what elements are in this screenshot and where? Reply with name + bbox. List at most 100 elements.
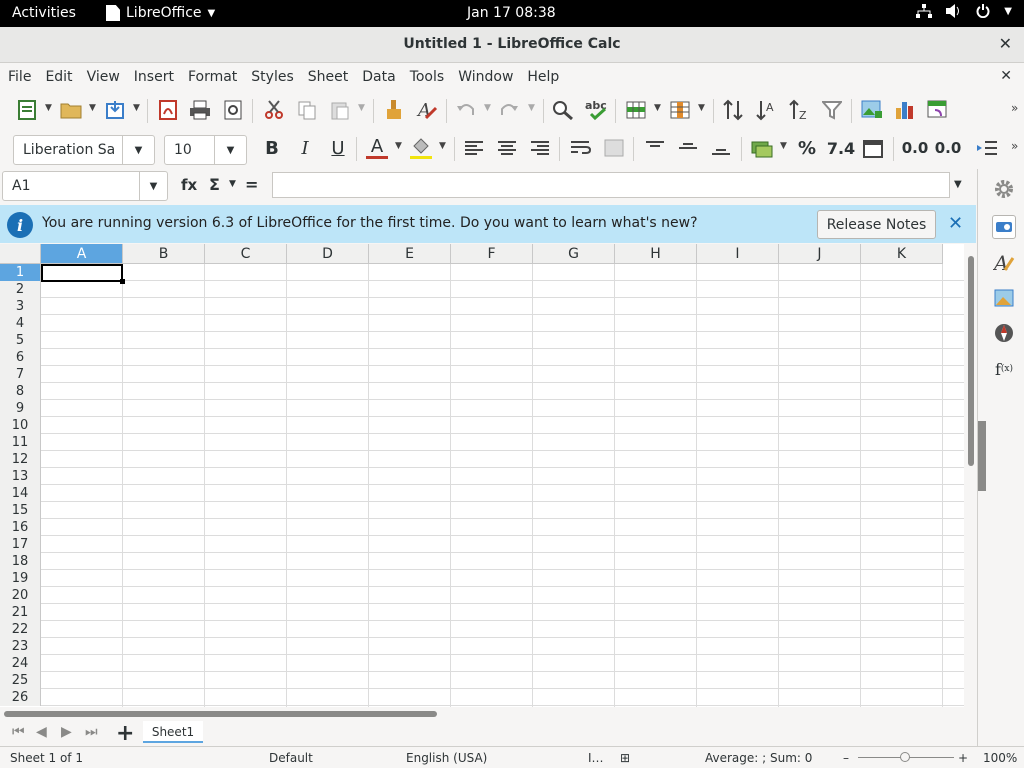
clear-formatting-icon[interactable]: A	[416, 99, 438, 121]
row-header[interactable]: 21	[0, 604, 41, 621]
center-vertically-icon[interactable]	[677, 137, 699, 159]
activities-button[interactable]: Activities	[12, 5, 76, 21]
chevron-down-icon[interactable]: ▼	[133, 103, 140, 113]
sidebar-resize-handle[interactable]	[978, 421, 986, 491]
previous-sheet-icon[interactable]: ◀	[36, 724, 47, 740]
column-icon[interactable]	[669, 99, 691, 121]
currency-format-icon[interactable]	[751, 137, 773, 159]
zoom-out-icon[interactable]: –	[843, 751, 849, 765]
menu-data[interactable]: Data	[362, 69, 395, 85]
chevron-down-icon[interactable]: ▼	[439, 141, 446, 151]
spreadsheet-grid[interactable]: A B C D E F G H I J K 1 2 3 4 5 6 7 8 9 10 11 12 13 14 15 16 17 18 19…	[0, 244, 964, 707]
row-header[interactable]: 24	[0, 655, 41, 672]
menu-window[interactable]: Window	[458, 69, 513, 85]
spelling-icon[interactable]: abc	[585, 99, 607, 121]
column-header[interactable]: C	[205, 244, 287, 264]
zoom-in-icon[interactable]: +	[958, 751, 968, 765]
vertical-scrollbar[interactable]	[965, 244, 976, 707]
chevron-down-icon[interactable]: ▼	[139, 172, 167, 200]
row-header[interactable]: 23	[0, 638, 41, 655]
find-replace-icon[interactable]	[552, 99, 574, 121]
menu-help[interactable]: Help	[527, 69, 559, 85]
row-header[interactable]: 19	[0, 570, 41, 587]
column-header[interactable]: G	[533, 244, 615, 264]
open-folder-icon[interactable]	[60, 99, 82, 121]
save-icon[interactable]	[104, 99, 126, 121]
font-size-combo[interactable]: 10 ▼	[164, 135, 247, 165]
row-header[interactable]: 1	[0, 264, 41, 281]
document-close-button[interactable]: ✕	[1000, 68, 1012, 84]
row-header[interactable]: 18	[0, 553, 41, 570]
row-header[interactable]: 4	[0, 315, 41, 332]
gear-icon[interactable]	[992, 177, 1016, 201]
sort-icon[interactable]	[722, 99, 744, 121]
row-header[interactable]: 2	[0, 281, 41, 298]
formula-input[interactable]	[272, 172, 950, 198]
align-left-icon[interactable]	[463, 137, 485, 159]
first-sheet-icon[interactable]: ⏮	[12, 724, 25, 740]
export-pdf-icon[interactable]	[157, 99, 179, 121]
chevron-down-icon[interactable]: ▼	[89, 103, 96, 113]
chevron-down-icon[interactable]: ▼	[214, 136, 246, 164]
redo-icon[interactable]	[498, 99, 520, 121]
language[interactable]: English (USA)	[406, 751, 487, 765]
clone-formatting-icon[interactable]	[383, 99, 405, 121]
horizontal-scrollbar[interactable]	[0, 707, 964, 721]
window-close-button[interactable]: ✕	[999, 34, 1012, 53]
wrap-text-icon[interactable]	[570, 137, 592, 159]
page-style[interactable]: Default	[269, 751, 313, 765]
column-header[interactable]: K	[861, 244, 943, 264]
row-header[interactable]: 14	[0, 485, 41, 502]
date-format-icon[interactable]	[862, 137, 884, 159]
bold-button[interactable]: B	[261, 137, 283, 159]
chevron-down-icon[interactable]: ▼	[358, 103, 365, 113]
selection-summary[interactable]: Average: ; Sum: 0	[705, 751, 812, 765]
row-header[interactable]: 9	[0, 400, 41, 417]
row-header[interactable]: 11	[0, 434, 41, 451]
function-wizard-button[interactable]: fx	[181, 176, 197, 194]
row-header[interactable]: 5	[0, 332, 41, 349]
undo-icon[interactable]	[455, 99, 477, 121]
merge-cells-icon[interactable]	[603, 137, 625, 159]
row-header[interactable]: 15	[0, 502, 41, 519]
autofilter-icon[interactable]	[821, 99, 843, 121]
menu-insert[interactable]: Insert	[134, 69, 174, 85]
add-sheet-button[interactable]: +	[116, 721, 134, 746]
system-tray[interactable]: ▼	[916, 4, 1012, 18]
gallery-icon[interactable]	[992, 286, 1016, 310]
row-header[interactable]: 3	[0, 298, 41, 315]
infobar-close-button[interactable]: ✕	[948, 213, 963, 234]
cell-cursor[interactable]	[41, 264, 125, 284]
underline-button[interactable]: U	[327, 137, 349, 159]
new-document-icon[interactable]	[16, 99, 38, 121]
row-header[interactable]: 7	[0, 366, 41, 383]
column-header[interactable]: I	[697, 244, 779, 264]
percent-format-button[interactable]: %	[796, 137, 818, 159]
row-header[interactable]: 8	[0, 383, 41, 400]
row-header[interactable]: 6	[0, 349, 41, 366]
chevron-down-icon[interactable]: ▼	[395, 141, 402, 151]
name-box[interactable]: A1 ▼	[2, 171, 168, 201]
menu-view[interactable]: View	[87, 69, 120, 85]
toolbar-overflow-icon[interactable]: »	[1011, 139, 1018, 153]
row-header[interactable]: 16	[0, 519, 41, 536]
menu-tools[interactable]: Tools	[410, 69, 445, 85]
row-header[interactable]: 26	[0, 689, 41, 706]
cut-icon[interactable]	[263, 99, 285, 121]
print-icon[interactable]	[189, 99, 211, 121]
release-notes-button[interactable]: Release Notes	[817, 210, 936, 239]
menu-edit[interactable]: Edit	[45, 69, 72, 85]
pivot-table-icon[interactable]	[927, 99, 949, 121]
row-header[interactable]: 22	[0, 621, 41, 638]
chevron-down-icon[interactable]: ▼	[45, 103, 52, 113]
sum-button[interactable]: Σ	[209, 175, 220, 194]
chevron-down-icon[interactable]: ▼	[484, 103, 491, 113]
styles-icon[interactable]: A	[992, 251, 1016, 275]
sort-ascending-icon[interactable]: A	[755, 99, 777, 121]
align-center-icon[interactable]	[496, 137, 518, 159]
align-bottom-icon[interactable]	[710, 137, 732, 159]
add-decimal-button[interactable]: 0.0	[902, 137, 929, 159]
scrollbar-thumb[interactable]	[4, 711, 437, 717]
column-header[interactable]: D	[287, 244, 369, 264]
insert-image-icon[interactable]	[861, 99, 883, 121]
